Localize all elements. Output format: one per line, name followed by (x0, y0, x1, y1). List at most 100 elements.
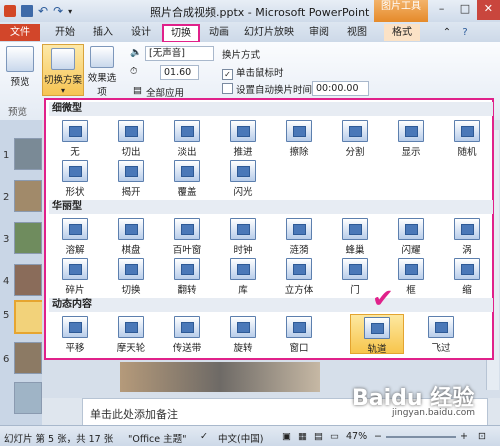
transition-blinds[interactable]: 百叶窗 (164, 216, 210, 256)
tab-slideshow[interactable]: 幻灯片放映 (240, 24, 298, 41)
transition-window[interactable]: 窗口 (276, 314, 322, 354)
transition-gallery-item[interactable]: 库 (220, 256, 266, 296)
transition-checkerboard[interactable]: 棋盘 (108, 216, 154, 256)
customize-qat-icon[interactable]: ▾ (68, 7, 72, 16)
undo-icon[interactable]: ↶ (38, 4, 48, 18)
transition-flash-icon (230, 160, 256, 182)
transition-vortex-icon (454, 218, 480, 240)
transition-switch[interactable]: 切换 (108, 256, 154, 296)
transition-box[interactable]: 框 (388, 256, 434, 296)
slide-thumbnail[interactable] (14, 342, 42, 374)
section-subtle: 细微型 (49, 102, 493, 116)
redo-icon[interactable]: ↷ (53, 4, 63, 18)
transition-cube[interactable]: 立方体 (276, 256, 322, 296)
transition-zoom[interactable]: 缩 (444, 256, 490, 296)
save-icon[interactable] (21, 5, 33, 17)
slide-sorter-icon[interactable]: ▦ (298, 431, 307, 442)
chevron-down-icon: ▾ (60, 86, 65, 95)
transition-glitter-icon (398, 218, 424, 240)
transition-wipe[interactable]: 擦除 (276, 118, 322, 158)
normal-view-icon[interactable]: ▣ (282, 431, 291, 442)
tab-animations[interactable]: 动画 (202, 24, 236, 41)
close-button[interactable]: ✕ (476, 0, 500, 20)
preview-group-label: 预览 (8, 107, 28, 118)
tab-view[interactable]: 视图 (340, 24, 374, 41)
transition-pan-icon (62, 316, 88, 338)
transition-cut[interactable]: 切出 (108, 118, 154, 158)
transition-ferris-wheel[interactable]: 摩天轮 (108, 314, 154, 354)
slide-number: 5 (3, 310, 10, 321)
transition-cover[interactable]: 覆盖 (164, 158, 210, 198)
slide-number: 6 (3, 354, 10, 365)
zoom-in-icon[interactable]: + (460, 431, 468, 442)
zoom-level[interactable]: 47% (346, 431, 367, 442)
preview-button[interactable]: 预览 (4, 46, 36, 88)
slide-thumbnail[interactable] (14, 264, 42, 296)
transition-shred-icon (62, 258, 88, 280)
transition-honeycomb[interactable]: 蜂巢 (332, 216, 378, 256)
slide-thumbnail-selected[interactable] (14, 300, 44, 334)
zoom-out-icon[interactable]: − (374, 431, 382, 442)
language[interactable]: 中文(中国) (218, 431, 263, 445)
reading-view-icon[interactable]: ▤ (314, 431, 323, 442)
transition-reveal-icon (398, 120, 424, 142)
tab-transitions[interactable]: 切换 (162, 24, 200, 43)
tab-format[interactable]: 格式 (384, 24, 420, 41)
auto-after-checkbox[interactable]: 设置自动换片时间: (222, 82, 315, 96)
zoom-slider[interactable] (386, 436, 456, 438)
tab-home[interactable]: 开始 (48, 24, 82, 41)
transition-flip[interactable]: 翻转 (164, 256, 210, 296)
transition-fade[interactable]: 淡出 (164, 118, 210, 158)
maximize-button[interactable]: □ (453, 0, 476, 20)
transition-rotate[interactable]: 旋转 (220, 314, 266, 354)
slide-thumbnail[interactable] (14, 180, 42, 212)
transition-reveal[interactable]: 显示 (388, 118, 434, 158)
minimize-button[interactable]: – (430, 0, 453, 20)
title-bar: ↶ ↷ ▾ 照片合成视频.pptx - Microsoft PowerPoint… (0, 0, 500, 22)
slide-thumbnail[interactable] (14, 138, 42, 170)
transition-conveyor-icon (174, 316, 200, 338)
transition-shred[interactable]: 碎片 (52, 256, 98, 296)
transition-ripple[interactable]: 涟漪 (276, 216, 322, 256)
help-icon[interactable]: ? (458, 24, 472, 41)
tab-review[interactable]: 审阅 (302, 24, 336, 41)
transition-none[interactable]: 无 (52, 118, 98, 158)
transition-random-icon (454, 120, 480, 142)
transition-glitter[interactable]: 闪耀 (388, 216, 434, 256)
transition-fly-through[interactable]: 飞过 (418, 314, 464, 354)
sound-select[interactable]: [无声音] (145, 46, 214, 61)
tab-file[interactable]: 文件 (0, 24, 40, 41)
transition-orbit[interactable]: 轨道 (350, 314, 404, 355)
transition-split[interactable]: 分割 (332, 118, 378, 158)
tab-design[interactable]: 设计 (124, 24, 158, 41)
transition-vortex[interactable]: 涡 (444, 216, 490, 256)
transition-shape[interactable]: 形状 (52, 158, 98, 198)
transition-conveyor[interactable]: 传送带 (164, 314, 210, 354)
transition-pan[interactable]: 平移 (52, 314, 98, 354)
transition-ripple-icon (286, 218, 312, 240)
slide-thumbnail[interactable] (14, 222, 42, 254)
minimize-ribbon-icon[interactable]: ⌃ (440, 24, 454, 41)
spellcheck-icon[interactable]: ✓ (200, 431, 208, 442)
on-click-checkbox[interactable]: ✓ 单击鼠标时 (222, 65, 284, 80)
switch-mode-label: 换片方式 (222, 50, 261, 61)
transition-push[interactable]: 推进 (220, 118, 266, 158)
transition-scheme-button[interactable]: 切换方案 ▾ (42, 44, 84, 96)
transition-clock[interactable]: 时钟 (220, 216, 266, 256)
transition-uncover[interactable]: 揭开 (108, 158, 154, 198)
tab-insert[interactable]: 插入 (86, 24, 120, 41)
auto-time-input[interactable]: 00:00.00 (312, 81, 369, 96)
fit-to-window-icon[interactable]: ⊡ (478, 431, 486, 442)
transition-flash[interactable]: 闪光 (220, 158, 266, 198)
slide-number: 1 (3, 150, 10, 161)
transition-random[interactable]: 随机 (444, 118, 490, 158)
transition-switch-icon (118, 258, 144, 280)
slide-image[interactable] (120, 362, 320, 392)
status-bar: 幻灯片 第 5 张，共 17 张 "Office 主题" ✓ 中文(中国) ▣ … (0, 425, 500, 446)
apply-all-button[interactable]: 全部应用 (146, 85, 184, 99)
duration-input[interactable]: 01.60 (160, 65, 199, 80)
slideshow-icon[interactable]: ▭ (330, 431, 339, 442)
preview-label: 预览 (10, 77, 30, 88)
slide-thumbnail[interactable] (14, 382, 42, 414)
transition-dissolve[interactable]: 溶解 (52, 216, 98, 256)
